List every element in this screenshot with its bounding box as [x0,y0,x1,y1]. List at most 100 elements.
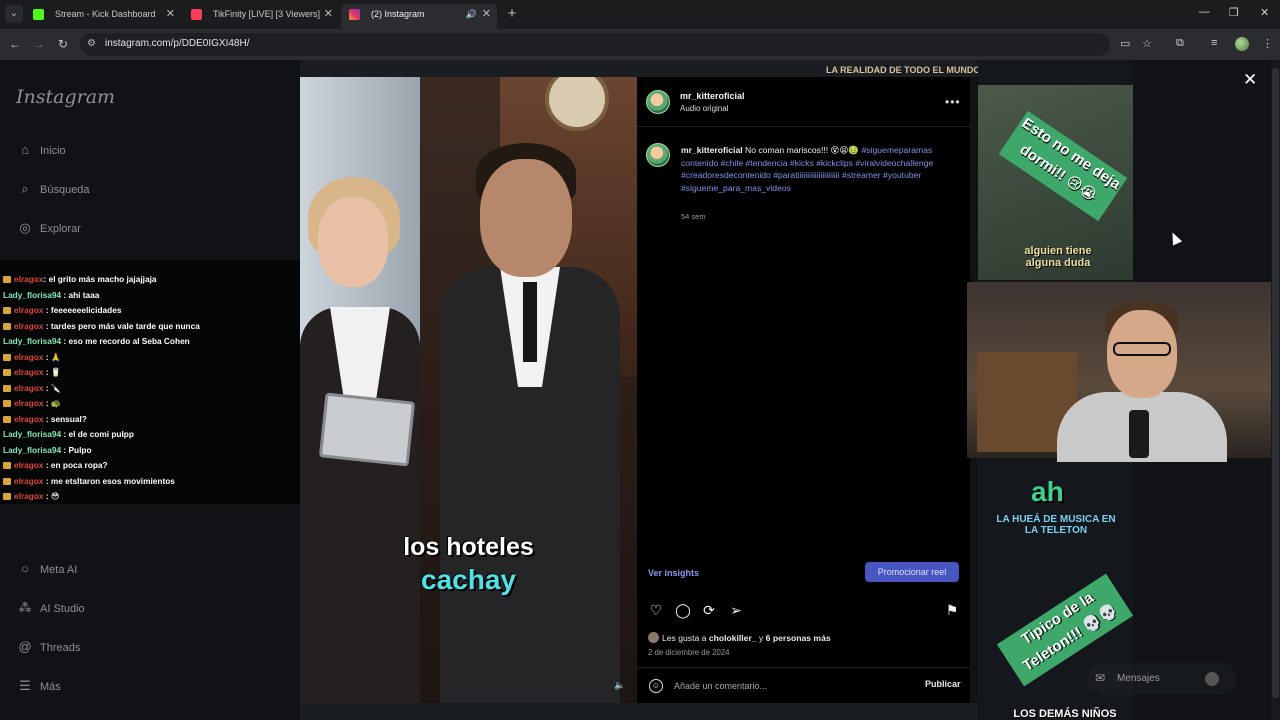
tab-instagram[interactable]: (2) Instagram 🔊 ✕ [341,4,497,29]
sidebar-item-label: Búsqueda [40,184,90,196]
meme-label-3: LOS DEMÁS NIÑOS [1013,708,1117,720]
scrollbar-thumb[interactable] [1272,68,1279,698]
tab-tikfinity[interactable]: TikFinity [LIVE] [3 Viewers] ✕ [183,4,339,29]
sidebar-item-label: Inicio [40,145,66,157]
chat-message: elragox : 🙏 [3,352,61,363]
reel-video[interactable]: los hoteles cachay [300,77,637,703]
instagram-favicon-icon [349,9,360,20]
back-icon[interactable]: ← [8,37,22,51]
home-icon: ⌂ [21,142,29,157]
background-feed-bottom [300,703,980,720]
caption-time-ago: 54 sem [681,212,706,221]
comment-input[interactable] [674,679,874,693]
ai-studio-icon: ⁂ [18,600,32,615]
comment-icon[interactable]: ◯ [675,602,691,618]
microphone [1129,410,1149,458]
messages-avatar [1205,672,1219,686]
emoji-icon[interactable]: ☺ [649,679,663,693]
tab-close-icon[interactable]: ✕ [166,4,175,25]
caption-text: No coman mariscos!!! 😵😫🤢 [745,145,860,155]
likes-summary[interactable]: Les gusta a cholokiller_ y 6 personas má… [648,632,831,643]
audio-label[interactable]: Audio original [680,104,728,113]
stream-chat-overlay: elragox: el grito más macho jajajjaja La… [0,260,320,504]
profile-avatar[interactable] [1235,37,1249,51]
reload-icon[interactable]: ↻ [56,37,70,51]
sidebar-item-label: Meta AI [40,564,78,576]
streamer-webcam [967,282,1280,462]
forward-icon[interactable]: → [32,37,46,51]
chat-message: elragox : sensual? [3,414,87,424]
chat-message: elragox : feeeeeeelicidades [3,305,121,315]
sidebar-item-meta-ai[interactable]: ○ Meta AI [16,559,77,579]
share-icon[interactable]: ➢ [728,602,744,618]
stream-top-banner: LA REALIDAD DE TODO EL MUNDO [826,65,981,75]
sidebar-item-ai-studio[interactable]: ⁂ AI Studio [16,598,85,618]
tab-kick-dashboard[interactable]: Stream - Kick Dashboard ✕ [25,4,181,29]
chat-message: elragox : tardes pero más vale tarde que… [3,321,200,331]
tab-search-button[interactable]: ⌄ [5,5,23,23]
promote-reel-button[interactable]: Promocionar reel [865,562,959,582]
new-tab-button[interactable]: + [505,5,519,23]
chat-message: elragox : 🐢 [3,398,61,409]
sidebar-item-busqueda[interactable]: ⌕ Búsqueda [16,179,90,199]
messenger-icon: ✉ [1095,671,1106,685]
bookmark-star-icon[interactable]: ☆ [1142,37,1152,50]
tab-close-icon[interactable]: ✕ [482,4,491,25]
like-heart-icon[interactable]: ♡ [648,602,664,618]
view-insights-link[interactable]: Ver insights [648,568,699,578]
sidebar-item-label: Threads [40,642,81,654]
minimize-icon[interactable]: — [1199,6,1210,18]
url-text[interactable]: instagram.com/p/DDE0IGXI48H/ [105,38,250,49]
chat-message: Lady_florisa94 : ahi taaa [3,290,100,300]
kick-favicon-icon [33,9,44,20]
sidebar-item-inicio[interactable]: ⌂ Inicio [16,140,66,160]
extensions-icon[interactable]: ⧉ [1176,37,1184,50]
meme-label-1: alguien tiene alguna duda [1024,245,1092,269]
media-controls-icon[interactable]: ≡ [1211,37,1217,49]
messages-label: Mensajes [1117,673,1160,684]
restore-icon[interactable]: ❐ [1229,6,1239,19]
video-caption-line2: cachay [421,564,516,595]
tab-close-icon[interactable]: ✕ [324,4,333,25]
sidebar-item-threads[interactable]: @ Threads [16,637,80,657]
compass-icon: ◎ [19,220,31,235]
sidebar-item-explorar[interactable]: ◎ Explorar [16,218,81,238]
tab-title: Stream - Kick Dashboard [55,9,156,19]
site-info-icon[interactable]: ⚙ [87,38,96,49]
chat-message: elragox : me etsltaron esos movimientos [3,476,175,486]
chat-message: Lady_florisa94 : eso me recordo al Seba … [3,336,190,346]
volume-icon[interactable]: 🔈 [612,677,628,693]
tab-title: TikFinity [LIVE] [3 Viewers] [213,9,321,19]
page-scrollbar[interactable] [1271,60,1280,720]
meme-ah-text: ah [1031,476,1064,507]
cast-icon[interactable]: ▭ [1120,37,1130,50]
caption-avatar[interactable] [646,143,670,167]
comment-bar: ☺ Publicar [637,667,970,703]
messages-button[interactable]: ✉ Mensajes [1087,663,1237,695]
speaker-icon[interactable]: 🔊 [466,4,477,25]
publish-button[interactable]: Publicar [925,679,961,689]
save-bookmark-icon[interactable]: ⚑ [944,602,960,618]
post-details-panel: mr_kitteroficial Audio original ••• mr_k… [637,77,970,703]
caption-username[interactable]: mr_kitteroficial [681,145,743,155]
close-modal-icon[interactable]: ✕ [1243,70,1257,90]
chat-message: elragox : en poca ropa? [3,460,108,470]
instagram-page: LA REALIDAD DE TODO EL MUNDO Instagram ⌂… [0,60,1280,720]
address-bar[interactable]: ⚙ instagram.com/p/DDE0IGXI48H/ [80,33,1110,56]
tab-title: (2) Instagram [371,9,425,19]
more-options-icon[interactable]: ••• [945,95,961,109]
sidebar-item-label: AI Studio [40,603,85,615]
sidebar-item-label: Más [40,681,61,693]
streamer-glasses [1113,342,1171,356]
search-icon: ⌕ [21,181,29,196]
tablet [318,392,416,467]
sidebar-item-mas[interactable]: ☰ Más [16,676,61,696]
author-avatar[interactable] [646,90,670,114]
close-window-icon[interactable]: ✕ [1260,6,1269,19]
chat-message: Lady_florisa94 : el de comi pulpp [3,429,134,439]
browser-menu-icon[interactable]: ⋮ [1262,37,1273,50]
repost-icon[interactable]: ⟳ [701,602,717,618]
instagram-logo[interactable]: Instagram [16,86,115,108]
author-username[interactable]: mr_kitteroficial [680,91,745,101]
post-caption: mr_kitteroficial No coman mariscos!!! 😵😫… [681,144,956,194]
